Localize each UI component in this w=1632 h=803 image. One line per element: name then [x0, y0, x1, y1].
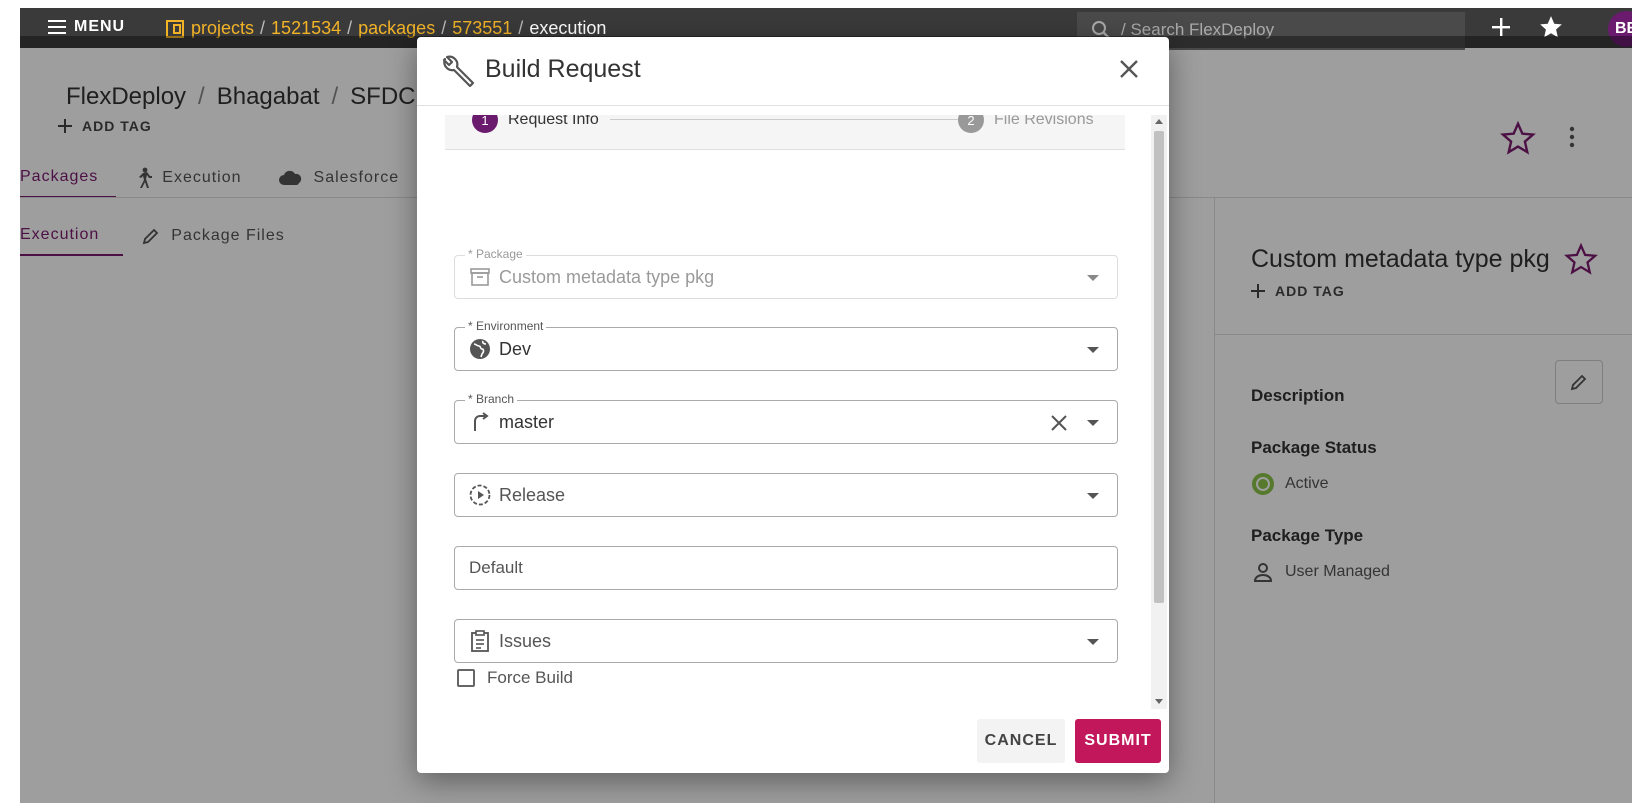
- force-build-row[interactable]: Force Build: [457, 668, 573, 688]
- wrench-icon: [442, 55, 475, 88]
- clipboard-icon: [471, 630, 489, 652]
- close-icon[interactable]: [1117, 57, 1141, 81]
- chevron-down-icon: [1087, 347, 1099, 353]
- branch-arrow-icon: [474, 412, 489, 431]
- stepper: 1 Request Info 2 File Revisions: [445, 115, 1125, 150]
- hamburger-icon: [48, 20, 66, 34]
- package-select: * Package Custom metadata type pkg: [454, 247, 1118, 299]
- dialog-scrollbar[interactable]: [1151, 115, 1167, 709]
- build-request-dialog: Build Request 1 Request Info 2 File Revi…: [417, 37, 1169, 773]
- release-select[interactable]: Release: [454, 473, 1118, 517]
- dialog-body: 1 Request Info 2 File Revisions * Packag…: [417, 115, 1147, 709]
- release-icon: [469, 484, 491, 506]
- scroll-down-icon[interactable]: [1155, 699, 1163, 704]
- chevron-down-icon: [1087, 420, 1099, 426]
- step-file-revisions[interactable]: 2 File Revisions: [958, 115, 1094, 133]
- scroll-up-icon[interactable]: [1155, 119, 1163, 124]
- archive-icon: [470, 268, 490, 286]
- clear-icon[interactable]: [1049, 413, 1069, 433]
- menu-button[interactable]: MENU: [48, 18, 125, 36]
- default-input[interactable]: Default: [454, 546, 1118, 590]
- branch-select[interactable]: * Branch master: [454, 392, 1118, 444]
- cancel-button[interactable]: CANCEL: [977, 719, 1065, 763]
- dialog-title: Build Request: [485, 55, 641, 83]
- chevron-down-icon: [1087, 275, 1099, 281]
- environment-select[interactable]: * Environment Dev: [454, 319, 1118, 371]
- chevron-down-icon: [1087, 493, 1099, 499]
- step-request-info[interactable]: 1 Request Info: [472, 115, 599, 133]
- globe-icon: [470, 339, 490, 359]
- menu-label: MENU: [74, 18, 126, 35]
- dialog-header: Build Request: [417, 37, 1169, 106]
- force-build-checkbox[interactable]: [457, 669, 475, 687]
- scroll-thumb[interactable]: [1154, 131, 1164, 603]
- plus-icon[interactable]: [1490, 16, 1512, 38]
- stepper-connector: [610, 119, 958, 120]
- force-build-label: Force Build: [487, 668, 573, 687]
- chevron-down-icon: [1087, 639, 1099, 645]
- dialog-actions: CANCEL SUBMIT: [977, 719, 1161, 763]
- submit-button[interactable]: SUBMIT: [1075, 719, 1161, 763]
- issues-select[interactable]: Issues: [454, 619, 1118, 663]
